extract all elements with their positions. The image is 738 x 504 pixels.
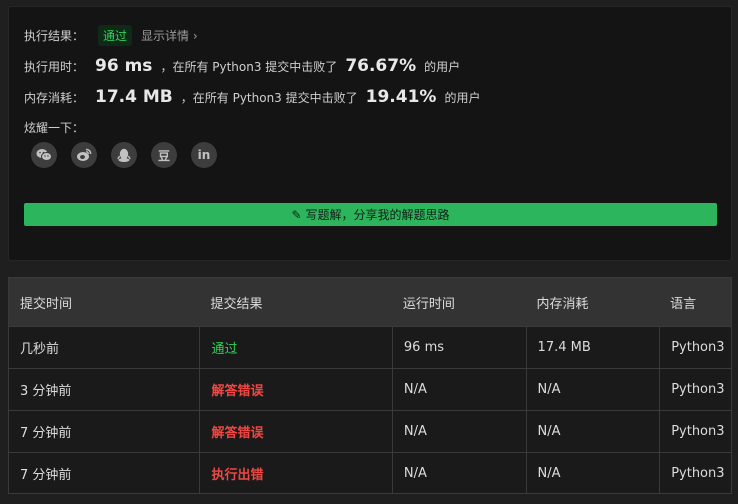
cell-result-link[interactable]: 解答错误 xyxy=(199,369,391,410)
cell-memory: 17.4 MB xyxy=(525,327,660,368)
wechat-icon[interactable] xyxy=(31,142,57,168)
cell-runtime: N/A xyxy=(391,411,526,452)
share-label: 炫耀一下： xyxy=(24,121,85,135)
header-language: 语言 xyxy=(670,296,697,312)
write-solution-button[interactable]: ✎ 写题解，分享我的解题思路 xyxy=(24,203,717,226)
share-icons: 豆 in xyxy=(31,142,231,168)
table-row: 7 分钟前 解答错误 N/A N/A Python3 xyxy=(9,410,731,452)
cell-language: Python3 xyxy=(659,369,731,410)
runtime-mid-text: ，在所有 Python3 提交中击败了 xyxy=(160,59,338,74)
weibo-icon[interactable] xyxy=(71,142,97,168)
result-row: 执行结果： 通过 显示详情 › xyxy=(24,25,198,46)
cell-result-link[interactable]: 通过 xyxy=(199,327,391,368)
header-submit-result: 提交结果 xyxy=(210,296,263,312)
header-memory: 内存消耗 xyxy=(536,296,589,312)
share-row: 炫耀一下： xyxy=(24,119,84,136)
cell-memory: N/A xyxy=(525,369,660,410)
memory-suffix: 的用户 xyxy=(444,90,481,105)
cell-language: Python3 xyxy=(659,453,731,493)
douban-icon[interactable]: 豆 xyxy=(151,142,177,168)
qq-icon[interactable] xyxy=(111,142,137,168)
runtime-suffix: 的用户 xyxy=(424,59,461,74)
cell-runtime: N/A xyxy=(391,453,526,493)
memory-value: 17.4 MB xyxy=(95,87,173,107)
write-solution-label: 写题解，分享我的解题思路 xyxy=(305,208,450,222)
table-row: 几秒前 通过 96 ms 17.4 MB Python3 xyxy=(9,326,731,368)
linkedin-icon[interactable]: in xyxy=(191,142,217,168)
memory-label: 内存消耗： xyxy=(24,90,85,105)
header-submit-time: 提交时间 xyxy=(20,296,73,312)
runtime-label: 执行用时： xyxy=(24,59,85,74)
runtime-row: 执行用时： 96 ms ，在所有 Python3 提交中击败了 76.67% 的… xyxy=(24,56,460,76)
table-row: 7 分钟前 执行出错 N/A N/A Python3 xyxy=(9,452,731,493)
pencil-icon: ✎ xyxy=(291,207,302,222)
cell-result-link[interactable]: 执行出错 xyxy=(199,453,391,493)
memory-row: 内存消耗： 17.4 MB ，在所有 Python3 提交中击败了 19.41%… xyxy=(24,87,480,107)
status-badge: 通过 xyxy=(98,25,133,46)
cell-time: 7 分钟前 xyxy=(20,426,72,441)
runtime-value: 96 ms xyxy=(95,56,153,76)
cell-time: 3 分钟前 xyxy=(20,384,72,399)
table-header: 提交时间 提交结果 运行时间 内存消耗 语言 xyxy=(9,278,731,326)
header-runtime: 运行时间 xyxy=(402,296,455,312)
cell-language: Python3 xyxy=(659,411,731,452)
memory-mid-text: ，在所有 Python3 提交中击败了 xyxy=(180,90,358,105)
cell-runtime: N/A xyxy=(391,369,526,410)
result-card: 执行结果： 通过 显示详情 › 执行用时： 96 ms ，在所有 Python3… xyxy=(8,6,732,261)
table-row: 3 分钟前 解答错误 N/A N/A Python3 xyxy=(9,368,731,410)
cell-language: Python3 xyxy=(659,327,731,368)
cell-memory: N/A xyxy=(525,411,660,452)
cell-time: 7 分钟前 xyxy=(20,468,72,483)
cell-memory: N/A xyxy=(525,453,660,493)
cell-time: 几秒前 xyxy=(20,342,60,357)
runtime-percent: 76.67% xyxy=(345,56,417,76)
memory-percent: 19.41% xyxy=(365,87,437,107)
result-label: 执行结果： xyxy=(24,29,85,43)
submissions-table: 提交时间 提交结果 运行时间 内存消耗 语言 几秒前 通过 96 ms 17.4… xyxy=(8,277,732,494)
show-details-link[interactable]: 显示详情 › xyxy=(141,27,198,44)
cell-result-link[interactable]: 解答错误 xyxy=(199,411,391,452)
cell-runtime: 96 ms xyxy=(391,327,526,368)
